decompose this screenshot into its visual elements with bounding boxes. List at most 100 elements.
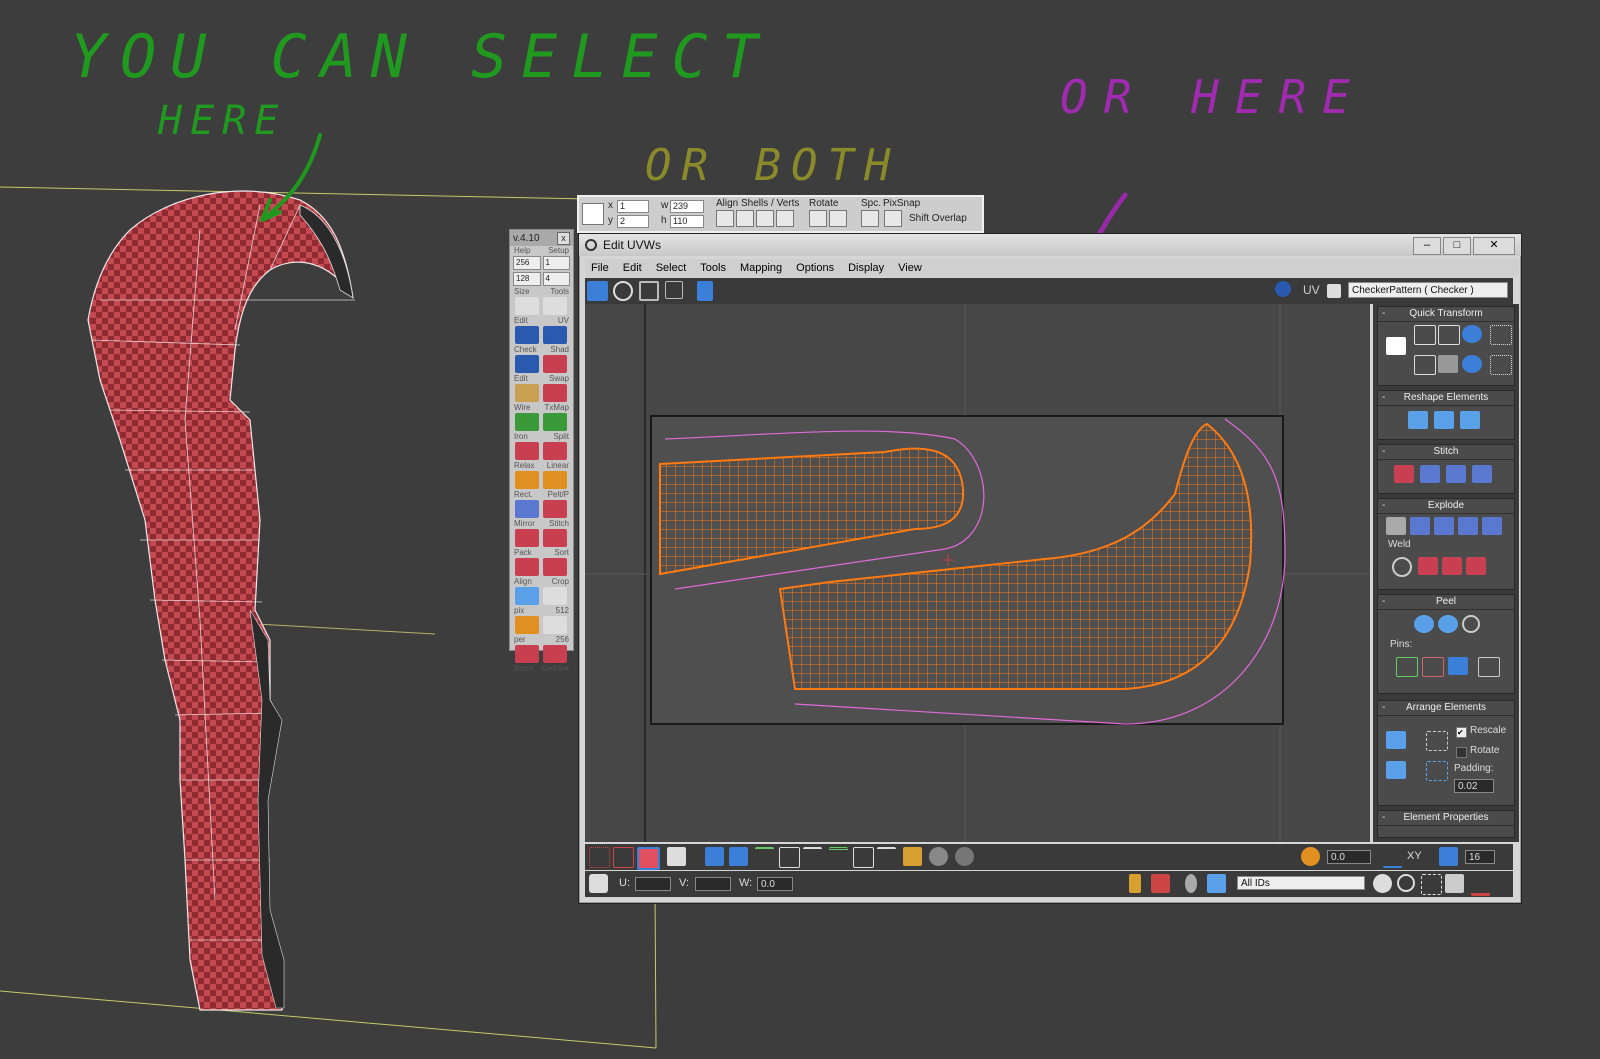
grow-selection-icon[interactable]: [705, 847, 724, 866]
menu-edit[interactable]: Edit: [623, 262, 642, 274]
quick-peel-icon[interactable]: [1414, 615, 1434, 633]
w-field[interactable]: 0.0: [757, 877, 793, 891]
ids-dropdown[interactable]: All IDs: [1237, 876, 1365, 890]
texools-tool-icon[interactable]: [543, 471, 567, 489]
menu-mapping[interactable]: Mapping: [740, 262, 782, 274]
paint-grow-icon[interactable]: [929, 847, 948, 866]
loop-grow-icon[interactable]: [755, 847, 774, 868]
texools-tool-icon[interactable]: [543, 616, 567, 634]
zoom-region-icon[interactable]: [1421, 874, 1442, 895]
menu-tools[interactable]: Tools: [700, 262, 726, 274]
peel-mode-icon[interactable]: [1438, 615, 1458, 633]
h-field[interactable]: 110: [670, 215, 704, 228]
unpin-selected-icon[interactable]: [1422, 657, 1444, 677]
flip-icon[interactable]: [1438, 355, 1458, 373]
texools-tool-icon[interactable]: [543, 645, 567, 663]
texools-tool-icon[interactable]: [543, 442, 567, 460]
relax-settings-icon[interactable]: [1460, 411, 1480, 429]
texools-tool-icon[interactable]: [515, 645, 539, 663]
straighten-selection-icon[interactable]: [1408, 411, 1428, 429]
shift-overlap-button[interactable]: Shift Overlap: [909, 213, 967, 224]
scale-tool-icon[interactable]: [639, 281, 659, 301]
rotate-tool-icon[interactable]: [613, 281, 633, 301]
size-dropdown[interactable]: Size: [514, 287, 530, 296]
texools-tool-icon[interactable]: [543, 384, 567, 402]
texools-close-button[interactable]: x: [557, 231, 570, 245]
edge-mode-icon[interactable]: [613, 847, 634, 868]
stitch-settings-icon[interactable]: [1472, 465, 1492, 483]
texools-tool-icon[interactable]: [515, 442, 539, 460]
stitch-source-icon[interactable]: [1394, 465, 1414, 483]
x-field[interactable]: 1: [617, 200, 649, 213]
y-field[interactable]: 2: [617, 215, 649, 228]
rotate-checkbox[interactable]: [1456, 747, 1467, 758]
absolute-offset-icon[interactable]: [589, 874, 608, 893]
texools-tool-icon[interactable]: [515, 326, 539, 344]
minimize-button[interactable]: –: [1413, 237, 1441, 255]
soft-falloff-icon[interactable]: [1383, 847, 1402, 868]
texools-tool-icon[interactable]: [515, 355, 539, 373]
edge-distance-field[interactable]: 16: [1465, 850, 1495, 864]
texools-tool-icon[interactable]: [543, 297, 567, 315]
v-field[interactable]: [695, 877, 731, 891]
loop-add-icon[interactable]: [779, 847, 800, 868]
paint-shrink-icon[interactable]: [955, 847, 974, 866]
align-vertical-icon[interactable]: [1414, 355, 1436, 375]
texools-tool-icon[interactable]: [543, 587, 567, 605]
space-horizontal-icon[interactable]: [1490, 325, 1512, 345]
maximize-button[interactable]: □: [1443, 237, 1471, 255]
texools-tool-icon[interactable]: [515, 587, 539, 605]
align-top-icon[interactable]: [736, 210, 754, 227]
res-width-select[interactable]: 1: [542, 256, 570, 270]
spacing-icon[interactable]: [861, 210, 879, 227]
res-height-field[interactable]: 128: [513, 272, 541, 286]
rotate-cw-icon[interactable]: [829, 210, 847, 227]
pack-custom-icon[interactable]: [1386, 731, 1406, 749]
menu-file[interactable]: File: [591, 262, 609, 274]
element-properties-header[interactable]: Element Properties: [1378, 811, 1514, 826]
peel-header[interactable]: Peel: [1378, 595, 1514, 610]
ring-add-icon[interactable]: [853, 847, 874, 868]
paint-select-icon[interactable]: [903, 847, 922, 866]
arrange-elements-header[interactable]: Arrange Elements: [1378, 701, 1514, 716]
align-left-icon[interactable]: [716, 210, 734, 227]
setup-button[interactable]: Setup: [548, 246, 569, 255]
rotate-ccw-icon[interactable]: [809, 210, 827, 227]
stitch-header[interactable]: Stitch: [1378, 445, 1514, 460]
vertex-mode-icon[interactable]: [589, 847, 610, 868]
space-vertical-icon[interactable]: [1490, 355, 1512, 375]
explode-header[interactable]: Explode: [1378, 499, 1514, 514]
loop-remove-icon[interactable]: [803, 847, 822, 868]
res-height-field-b[interactable]: 4: [542, 272, 570, 286]
ring-grow-icon[interactable]: [829, 847, 848, 869]
pack-together-icon[interactable]: [1386, 761, 1406, 779]
stitch-average-icon[interactable]: [1446, 465, 1466, 483]
menu-view[interactable]: View: [898, 262, 922, 274]
auto-pin-icon[interactable]: [1448, 657, 1468, 675]
flatten-icon[interactable]: [1434, 517, 1454, 535]
straighten-icon[interactable]: [1438, 325, 1460, 345]
menu-select[interactable]: Select: [656, 262, 687, 274]
pack-normalize-icon[interactable]: [1426, 731, 1448, 751]
padding-field[interactable]: 0.02: [1454, 779, 1494, 793]
soft-selection-icon[interactable]: [1301, 847, 1320, 866]
snap-icon[interactable]: [1471, 874, 1490, 896]
texools-tool-icon[interactable]: [515, 529, 539, 547]
freeform-tool-icon[interactable]: [665, 281, 683, 299]
texools-tool-icon[interactable]: [515, 616, 539, 634]
pivot-icon[interactable]: [1386, 337, 1406, 355]
lock-icon[interactable]: [1129, 874, 1141, 893]
zoom-extents-icon[interactable]: [1445, 874, 1464, 893]
relax-icon[interactable]: [1434, 411, 1454, 429]
zoom-icon[interactable]: [1397, 874, 1415, 892]
pan-icon[interactable]: [1373, 874, 1392, 893]
close-button[interactable]: ✕: [1473, 237, 1515, 255]
menu-display[interactable]: Display: [848, 262, 884, 274]
select-pins-icon[interactable]: [1478, 657, 1500, 677]
edge-distance-icon[interactable]: [1439, 847, 1458, 866]
texools-tool-icon[interactable]: [515, 500, 539, 518]
weld-all-icon[interactable]: [1442, 557, 1462, 575]
texools-tool-icon[interactable]: [543, 558, 567, 576]
element-mode-icon[interactable]: [667, 847, 686, 866]
light-icon[interactable]: [1185, 874, 1197, 893]
